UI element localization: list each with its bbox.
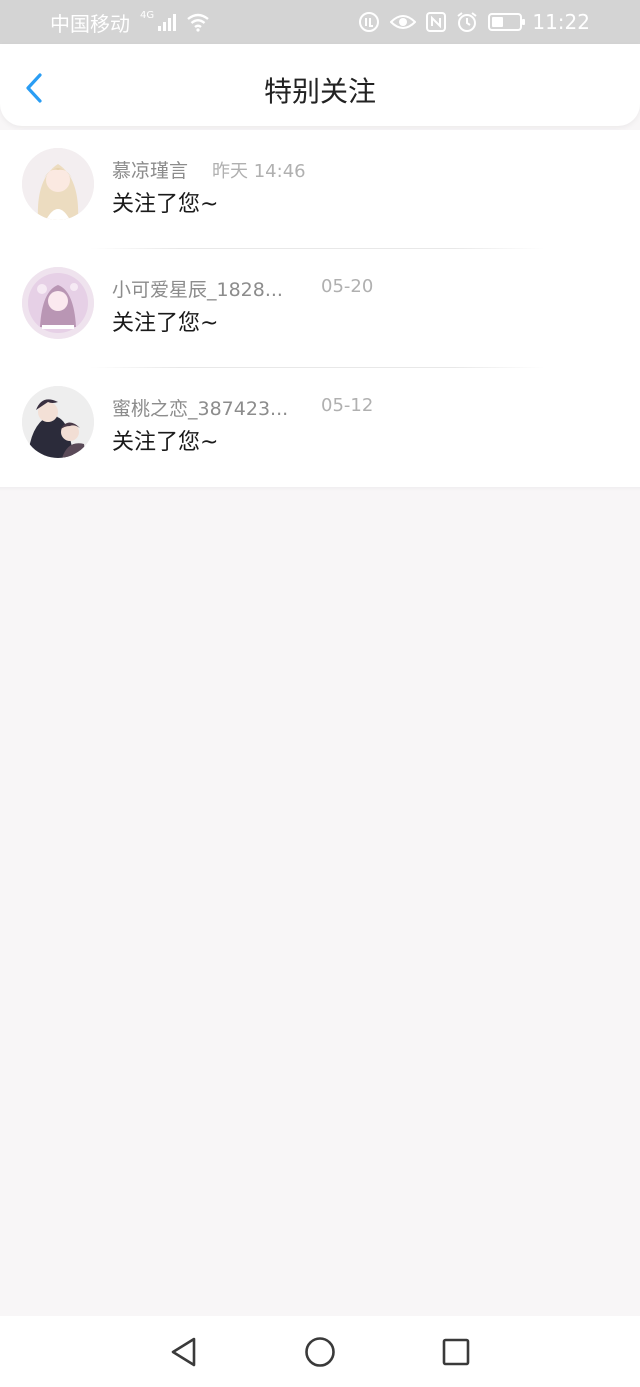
notification-list: 慕凉瑾言 昨天 14:46 关注了您~ 小可爱星辰_1828... 05-20 … bbox=[0, 130, 640, 491]
username[interactable]: 慕凉瑾言 bbox=[112, 156, 188, 183]
list-item[interactable]: 蜜桃之恋_387423... 05-12 关注了您~ bbox=[0, 368, 640, 487]
message-text: 关注了您~ bbox=[112, 430, 219, 455]
username[interactable]: 蜜桃之恋_387423... bbox=[112, 394, 288, 421]
status-right: 11:22 bbox=[358, 10, 590, 34]
avatar[interactable] bbox=[22, 148, 94, 220]
message-text: 关注了您~ bbox=[112, 192, 219, 217]
list-bottom-shadow bbox=[0, 487, 640, 491]
avatar[interactable] bbox=[22, 386, 94, 458]
nfc-icon bbox=[426, 12, 447, 32]
list-item[interactable]: 小可爱星辰_1828... 05-20 关注了您~ bbox=[0, 249, 640, 368]
battery-icon bbox=[488, 13, 526, 31]
data-saver-icon bbox=[359, 12, 380, 32]
alarm-icon bbox=[457, 12, 477, 32]
eye-icon bbox=[390, 15, 417, 29]
avatar[interactable] bbox=[22, 267, 94, 339]
carrier-label: 中国移动 bbox=[50, 11, 130, 36]
back-triangle-icon[interactable] bbox=[164, 1332, 204, 1372]
network-type-label: 4G bbox=[140, 9, 155, 21]
system-nav-bar bbox=[0, 1316, 640, 1387]
clock-label: 11:22 bbox=[532, 10, 590, 34]
status-bar: 中国移动 4G 11:22 bbox=[0, 0, 640, 44]
page-title: 特别关注 bbox=[263, 75, 376, 108]
timestamp: 05-20 bbox=[321, 276, 374, 297]
message-text: 关注了您~ bbox=[112, 311, 219, 336]
wifi-icon bbox=[187, 13, 209, 32]
username[interactable]: 小可爱星辰_1828... bbox=[112, 275, 283, 302]
timestamp: 05-12 bbox=[321, 395, 374, 416]
recents-square-icon[interactable] bbox=[436, 1332, 476, 1372]
status-left: 中国移动 4G bbox=[50, 8, 210, 37]
list-item[interactable]: 慕凉瑾言 昨天 14:46 关注了您~ bbox=[0, 130, 640, 249]
signal-icon bbox=[158, 13, 177, 31]
page-header: 特别关注 bbox=[0, 44, 640, 126]
home-circle-icon[interactable] bbox=[300, 1332, 340, 1372]
timestamp: 昨天 14:46 bbox=[212, 161, 306, 182]
